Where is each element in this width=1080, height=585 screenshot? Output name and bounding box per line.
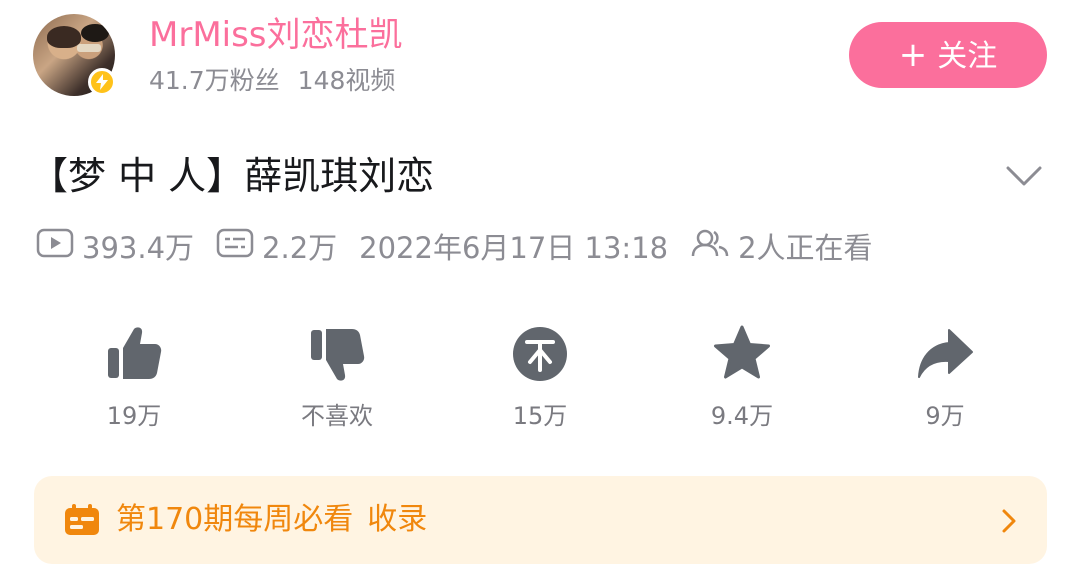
author-name[interactable]: MrMiss刘恋杜凯 bbox=[149, 14, 403, 56]
favorite-count: 9.4万 bbox=[710, 402, 774, 430]
coin-button[interactable]: 15万 bbox=[480, 322, 600, 432]
view-count: 393.4万 bbox=[82, 231, 195, 265]
follower-count: 41.7万粉丝 bbox=[149, 66, 280, 95]
coin-icon bbox=[480, 322, 600, 386]
star-icon bbox=[682, 322, 802, 386]
video-title: 【梦 中 人】薛凯琪刘恋 bbox=[30, 154, 435, 198]
chevron-right-icon bbox=[1001, 508, 1017, 538]
follow-label: 关注 bbox=[937, 39, 998, 74]
calendar-icon bbox=[64, 504, 100, 540]
danmaku-count: 2.2万 bbox=[262, 231, 338, 265]
plus-icon: + bbox=[898, 35, 928, 75]
watching-count: 2人正在看 bbox=[738, 231, 873, 265]
video-count: 148视频 bbox=[297, 66, 396, 95]
author-stats: 41.7万粉丝 148视频 bbox=[149, 64, 395, 98]
watching-people-icon bbox=[690, 227, 730, 266]
video-meta: 393.4万 2.2万 2022年6月17日 13:18 2人正在看 bbox=[36, 224, 873, 268]
coin-count: 15万 bbox=[512, 402, 568, 430]
collection-tag: 收录 bbox=[367, 502, 428, 537]
thumbs-up-icon bbox=[74, 322, 194, 386]
danmaku-icon bbox=[216, 228, 254, 265]
follow-button[interactable]: + 关注 bbox=[849, 22, 1047, 88]
share-arrow-icon bbox=[885, 322, 1005, 386]
collection-label: 第170期每周必看 收录 bbox=[116, 498, 427, 542]
favorite-button[interactable]: 9.4万 bbox=[682, 322, 802, 432]
lightning-badge-icon bbox=[88, 68, 116, 96]
collection-title: 第170期每周必看 bbox=[116, 502, 354, 537]
play-count-icon bbox=[36, 228, 74, 265]
dislike-button[interactable]: 不喜欢 bbox=[277, 322, 397, 432]
publish-date: 2022年6月17日 13:18 bbox=[359, 231, 669, 265]
weekly-collection-banner[interactable]: 第170期每周必看 收录 bbox=[34, 476, 1047, 564]
share-count: 9万 bbox=[925, 402, 965, 430]
share-button[interactable]: 9万 bbox=[885, 322, 1005, 432]
thumbs-down-icon bbox=[277, 322, 397, 386]
like-count: 19万 bbox=[106, 402, 162, 430]
dislike-label: 不喜欢 bbox=[301, 402, 373, 430]
expand-chevron-icon[interactable] bbox=[1004, 162, 1044, 190]
like-button[interactable]: 19万 bbox=[74, 322, 194, 432]
